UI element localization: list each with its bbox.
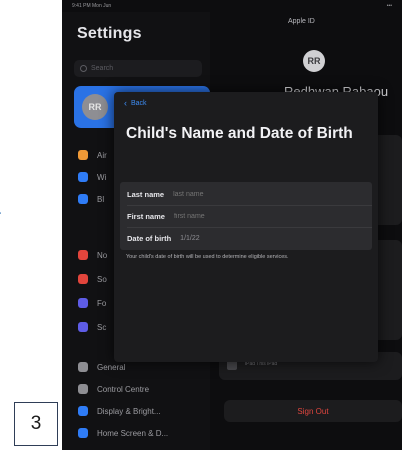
sidebar-item[interactable]: Control Centre bbox=[78, 382, 149, 396]
sidebar-item-icon bbox=[78, 150, 88, 160]
back-label: Back bbox=[131, 100, 147, 107]
sidebar-item-icon bbox=[78, 384, 88, 394]
sidebar-item-icon bbox=[78, 322, 88, 332]
screenshot-stage: t 9:41 PM Mon Jun ••• Settings Search RR… bbox=[0, 0, 402, 450]
search-placeholder: Search bbox=[91, 65, 114, 72]
step-number-badge: 3 bbox=[14, 402, 58, 446]
sidebar-item-label: Sc bbox=[97, 322, 107, 332]
last-name-row[interactable]: Last name bbox=[120, 184, 372, 204]
search-field[interactable]: Search bbox=[74, 60, 202, 77]
sidebar-item[interactable]: Air bbox=[78, 148, 107, 162]
sidebar-item-label: Control Centre bbox=[97, 384, 150, 394]
page-title: Apple ID bbox=[288, 18, 315, 25]
sidebar-item-label: Bl bbox=[97, 194, 105, 204]
search-icon bbox=[80, 65, 87, 72]
back-button[interactable]: ‹ Back bbox=[124, 98, 147, 108]
dob-explanation: Your child's date of birth will be used … bbox=[126, 254, 289, 260]
sidebar-item[interactable]: Home Screen & D... bbox=[78, 426, 168, 440]
avatar: RR bbox=[82, 94, 108, 120]
sidebar-item[interactable]: Wi bbox=[78, 170, 106, 184]
first-name-label: First name bbox=[127, 211, 165, 221]
sidebar-item[interactable]: So bbox=[78, 272, 107, 286]
sidebar-item-icon bbox=[78, 172, 88, 182]
sidebar-item[interactable]: Sc bbox=[78, 320, 106, 334]
form-fields: Last name First name Date of birth 1/1/2… bbox=[120, 182, 372, 250]
sidebar-item-icon bbox=[78, 250, 88, 260]
sidebar-item-icon bbox=[78, 274, 88, 284]
sidebar-item-label: Home Screen & D... bbox=[97, 428, 169, 438]
status-bar: 9:41 PM Mon Jun ••• bbox=[72, 3, 392, 11]
sign-out-button[interactable]: Sign Out bbox=[224, 400, 402, 422]
sidebar-item[interactable]: Display & Bright... bbox=[78, 404, 161, 418]
sidebar-item-label: Fo bbox=[97, 298, 107, 308]
sidebar-item-icon bbox=[78, 406, 88, 416]
sidebar-item-icon bbox=[78, 298, 88, 308]
sidebar-item[interactable]: Bl bbox=[78, 192, 104, 206]
date-of-birth-label: Date of birth bbox=[127, 233, 172, 243]
sidebar-item-icon bbox=[78, 194, 88, 204]
chevron-left-icon: ‹ bbox=[124, 98, 127, 108]
sidebar-item-icon bbox=[78, 428, 88, 438]
child-name-dob-sheet: ‹ Back Child's Name and Date of Birth La… bbox=[114, 92, 378, 362]
sidebar-item-label: Display & Bright... bbox=[97, 406, 161, 416]
first-name-field[interactable] bbox=[173, 212, 284, 220]
sign-out-label: Sign Out bbox=[297, 406, 329, 416]
status-indicators: ••• bbox=[386, 3, 392, 9]
status-time: 9:41 PM Mon Jun bbox=[72, 3, 112, 9]
sidebar-item-label: No bbox=[97, 250, 108, 260]
sidebar-item[interactable]: No bbox=[78, 248, 107, 262]
settings-title: Settings bbox=[77, 25, 142, 42]
sidebar-item[interactable]: Fo bbox=[78, 296, 106, 310]
sheet-title: Child's Name and Date of Birth bbox=[126, 125, 353, 142]
sidebar-item-label: So bbox=[97, 274, 107, 284]
date-of-birth-value[interactable]: 1/1/22 bbox=[180, 235, 199, 242]
last-name-label: Last name bbox=[127, 189, 165, 199]
last-name-field[interactable] bbox=[173, 190, 284, 198]
sidebar-item[interactable]: General bbox=[78, 360, 125, 374]
sidebar-item-label: Wi bbox=[97, 172, 107, 182]
sidebar-item-label: General bbox=[97, 362, 126, 372]
ipad-screen: 9:41 PM Mon Jun ••• Settings Search RR A… bbox=[62, 0, 402, 450]
profile-avatar[interactable]: RR bbox=[303, 50, 325, 72]
date-of-birth-row[interactable]: Date of birth 1/1/22 bbox=[120, 228, 372, 248]
sidebar-item-icon bbox=[78, 362, 88, 372]
sidebar-item-label: Air bbox=[97, 150, 107, 160]
first-name-row[interactable]: First name bbox=[120, 206, 372, 226]
